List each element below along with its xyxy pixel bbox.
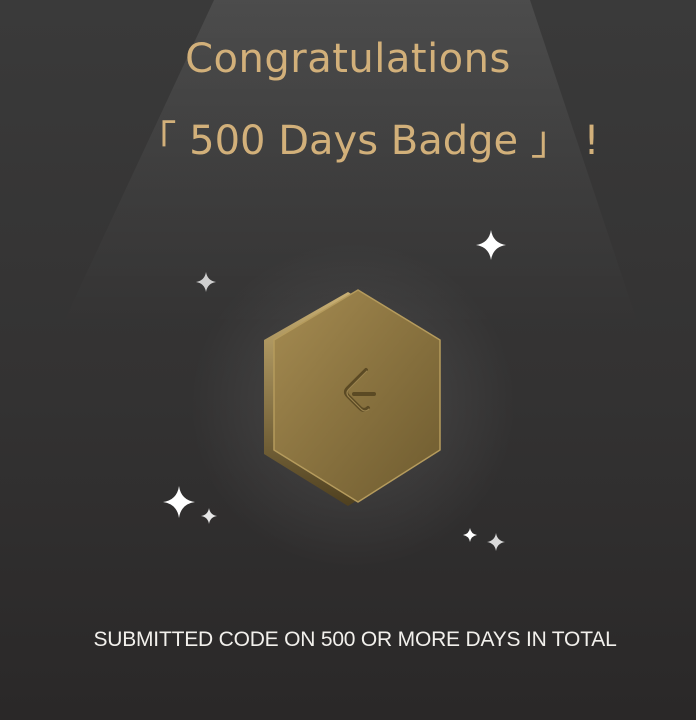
sparkle-icon [487, 533, 505, 551]
sparkle-icon [163, 486, 195, 518]
congratulations-title: Congratulations [185, 36, 511, 82]
sparkle-icon [201, 508, 217, 524]
sparkle-icon [476, 230, 506, 260]
sparkle-icon [463, 528, 477, 542]
badge-500-days [264, 289, 441, 506]
sparkle-icon [196, 272, 216, 292]
badge-name-title: 「 500 Days Badge 」 ! [136, 118, 600, 164]
badge-description: SUBMITTED CODE ON 500 OR MORE DAYS IN TO… [93, 628, 617, 651]
achievement-dialog: Congratulations 「 500 Days Badge 」 ! SUB… [0, 0, 696, 720]
